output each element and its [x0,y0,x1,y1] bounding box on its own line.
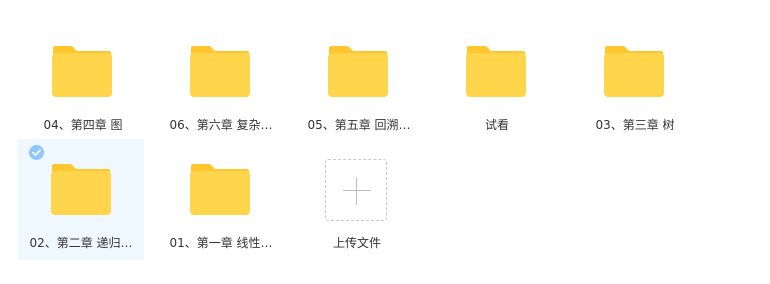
folder-item[interactable]: 试看 [434,19,560,140]
folder-icon [52,45,112,97]
folder-item[interactable]: 03、第三章 树 [572,19,698,140]
folder-label: 01、第一章 线性… [169,236,273,250]
folder-label: 04、第四章 图 [43,118,123,132]
folder-label: 06、第六章 复杂… [169,118,273,132]
folder-item[interactable]: 04、第四章 图 [20,19,146,140]
upload-button[interactable] [325,159,387,221]
folder-icon [328,45,388,97]
folder-icon [190,163,250,215]
folder-icon [51,163,111,215]
folder-label: 02、第二章 递归… [29,236,133,250]
upload-label: 上传文件 [332,236,381,250]
folder-label: 05、第五章 回溯… [307,118,411,132]
folder-item-selected[interactable]: 02、第二章 递归… [18,139,144,260]
folder-label: 试看 [484,118,509,132]
folder-item[interactable]: 01、第一章 线性… [158,139,284,260]
folder-icon [190,45,250,97]
folder-item[interactable]: 05、第五章 回溯… [296,19,422,140]
folder-icon [466,45,526,97]
folder-item[interactable]: 06、第六章 复杂… [158,19,284,140]
folder-label: 03、第三章 树 [595,118,675,132]
file-grid: 04、第四章 图 06、第六章 复杂… 05、第五章 回溯… 试看 03、第三章… [0,0,770,284]
folder-icon [604,45,664,97]
upload-item[interactable]: 上传文件 [294,139,420,260]
check-circle-icon[interactable] [29,145,44,160]
